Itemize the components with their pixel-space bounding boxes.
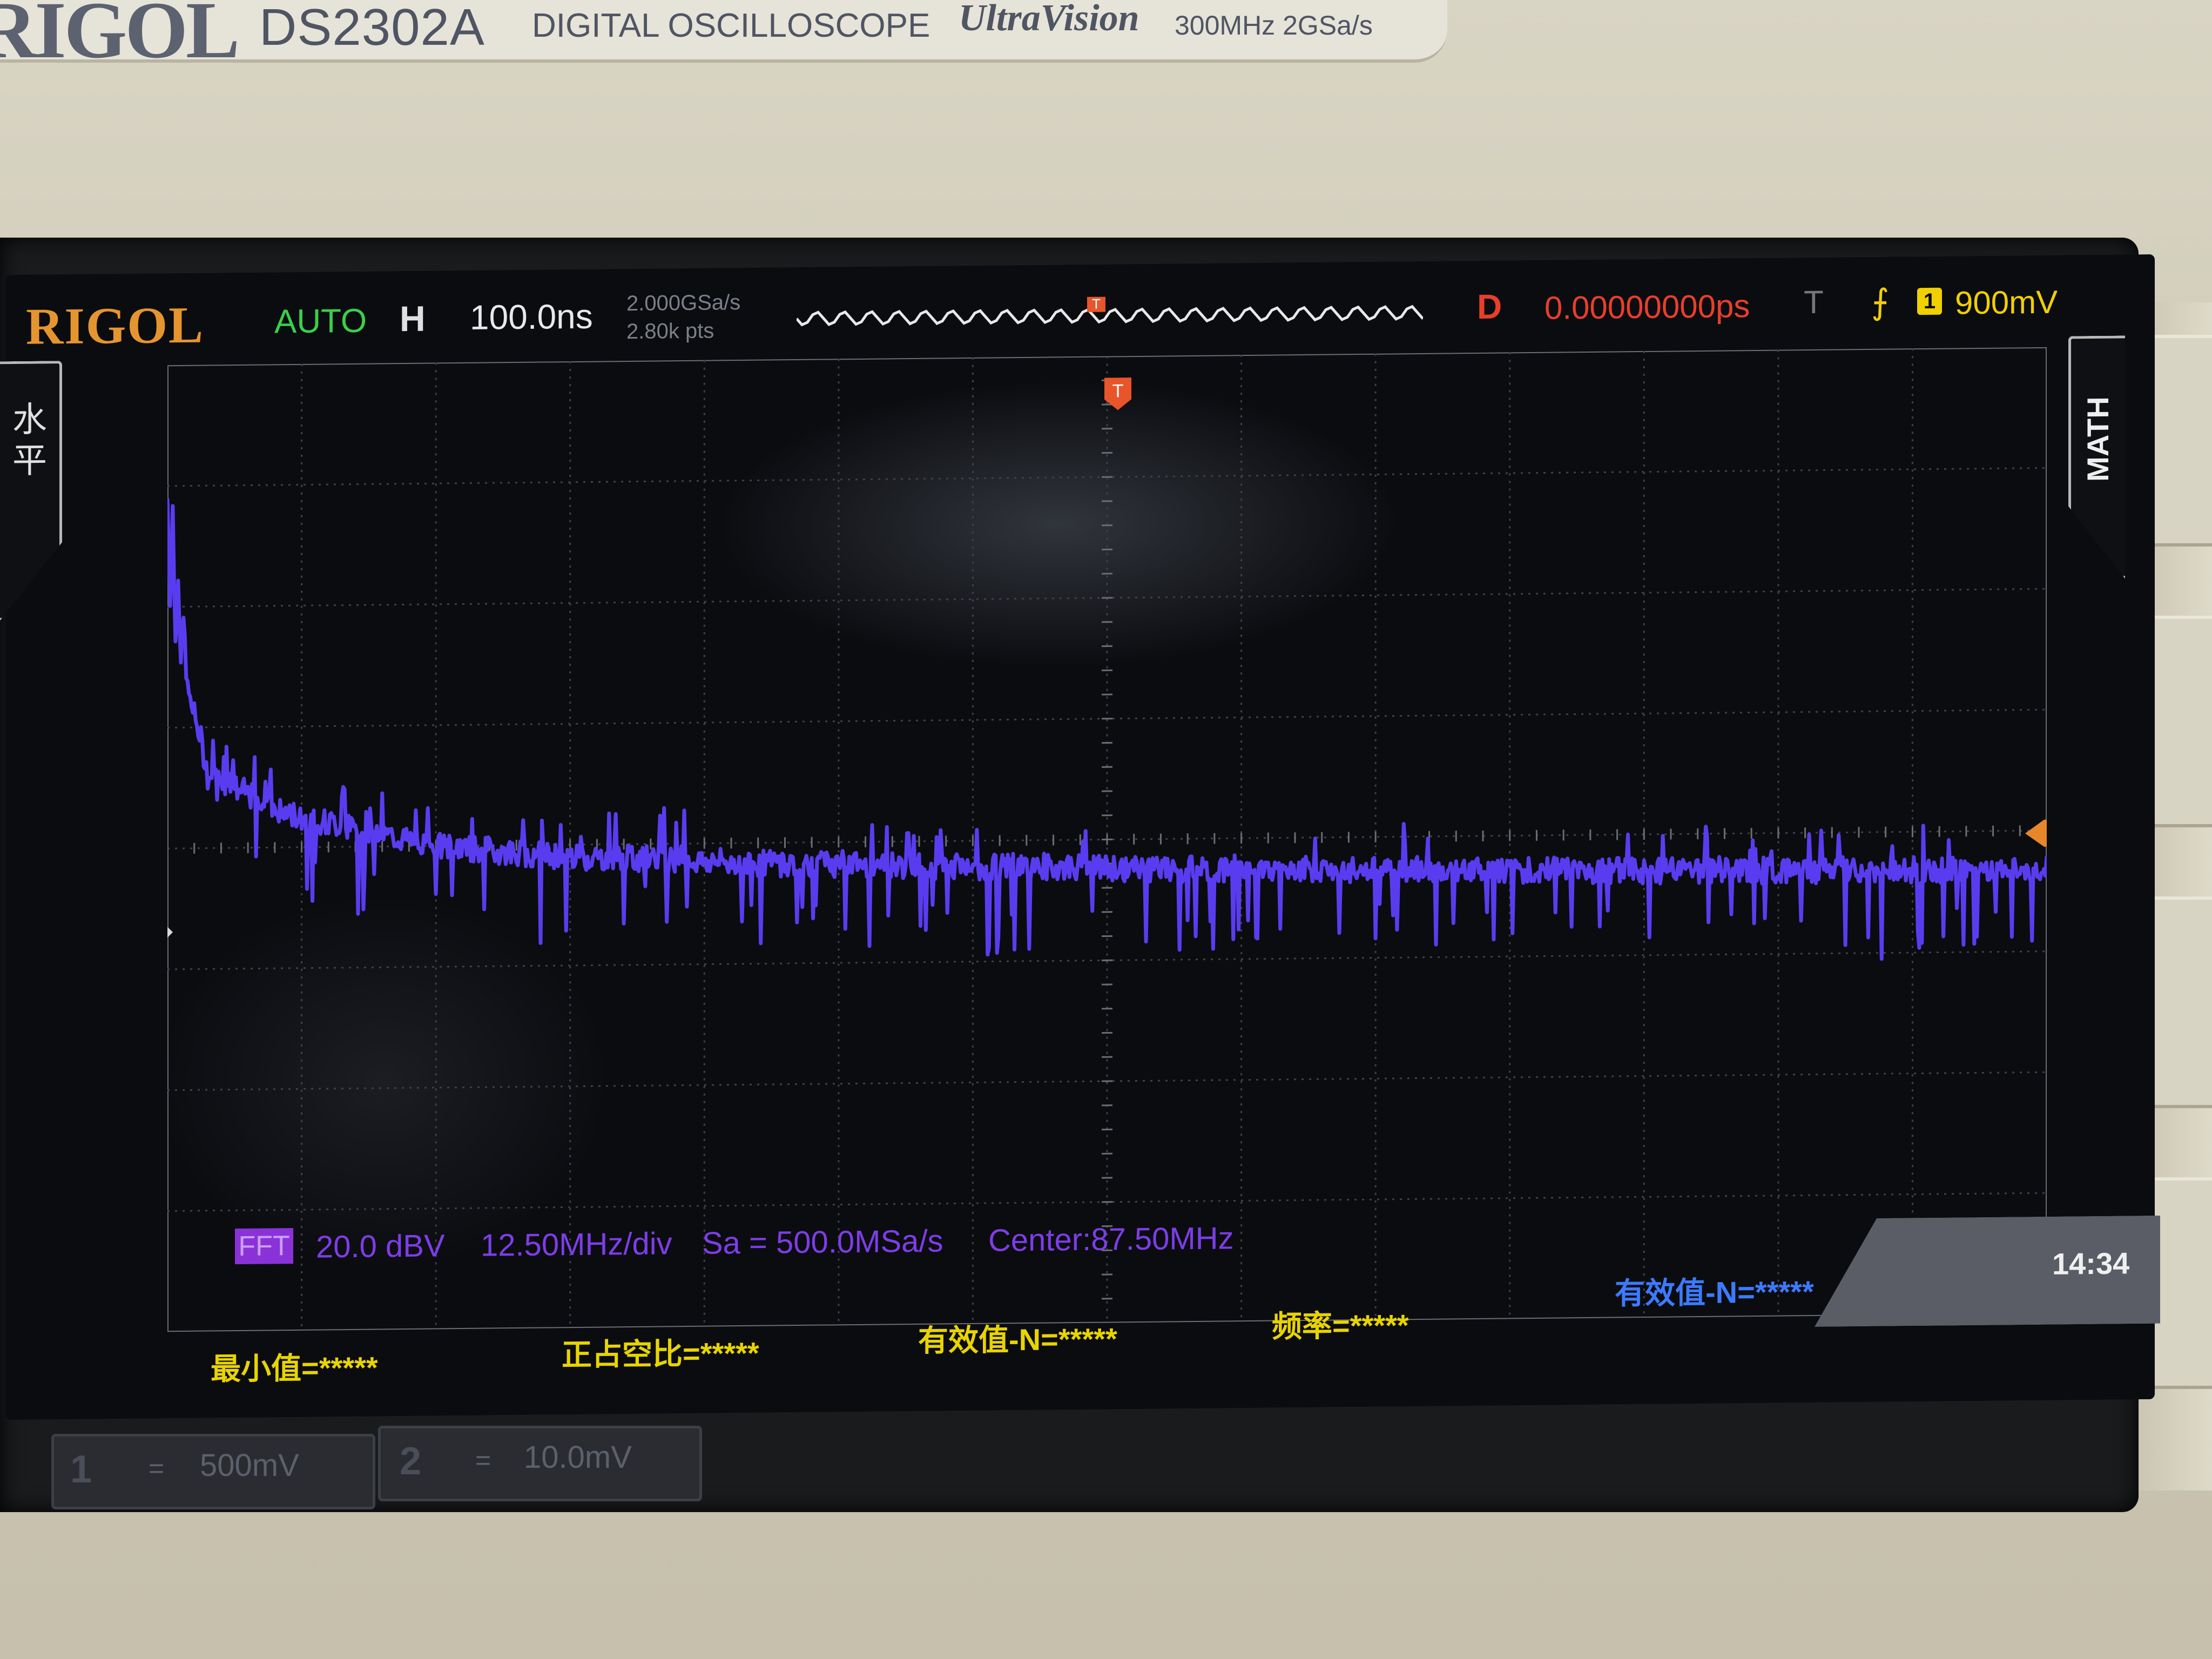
acquisition-info: 2.000GSa/s 2.80k pts: [626, 288, 740, 346]
measurement-pos-duty: 正占空比=*****: [562, 1336, 759, 1372]
delay-value: 0.00000000ps: [1545, 288, 1750, 326]
device-spec: 300MHz 2GSa/s: [1175, 10, 1373, 41]
fft-sample-rate: Sa = 500.0MSa/s: [702, 1223, 943, 1261]
device-model: DS2302A: [259, 0, 485, 56]
trigger-position-marker: T: [1087, 295, 1105, 312]
oscilloscope-screen: RIGOL AUTO H 100.0ns 2.000GSa/s 2.80k pt…: [5, 254, 2155, 1420]
channel-1-coupling-icon: =: [149, 1453, 165, 1483]
memory-position-bar: T: [797, 295, 1423, 327]
rising-edge-icon: ⨍: [1871, 282, 1890, 321]
trigger-label: T: [1804, 284, 1824, 321]
trigger-source-badge: 1: [1917, 287, 1942, 315]
channel-2-scale: 10.0mV: [524, 1440, 632, 1475]
fft-hdiv: 12.50MHz/div: [481, 1226, 672, 1263]
softkey-2[interactable]: [2149, 616, 2212, 827]
math-menu-label: MATH: [2081, 396, 2115, 482]
svg-text:T: T: [1112, 381, 1124, 401]
device-description: DIGITAL OSCILLOSCOPE: [532, 7, 930, 44]
front-panel-header: RIGOL DS2302A DIGITAL OSCILLOSCOPE Ultra…: [0, 0, 1447, 75]
delay-label: D: [1477, 287, 1502, 326]
oscilloscope-case: RIGOL DS2302A DIGITAL OSCILLOSCOPE Ultra…: [0, 0, 2212, 1659]
svg-text:T: T: [1092, 296, 1101, 312]
device-brand-logo: RIGOL: [0, 0, 240, 75]
trigger-mode: AUTO: [274, 302, 367, 341]
channel-1-number: 1: [70, 1448, 92, 1491]
screen-logo: RIGOL: [26, 295, 205, 355]
channel-2-coupling-icon: =: [475, 1445, 491, 1475]
timebase-value: 100.0ns: [470, 296, 593, 337]
softkey-3[interactable]: [2149, 896, 2212, 1108]
horizontal-menu-label: 水平: [12, 400, 47, 480]
measurement-rms-n: 有效值-N=*****: [918, 1321, 1117, 1358]
ultravision-logo: UltraVision: [959, 0, 1139, 39]
measurement-ch2-rms: 有效值-N=*****: [1615, 1274, 1814, 1311]
memory-depth: 2.80k pts: [626, 319, 714, 344]
measurement-min: 最小值=*****: [211, 1350, 378, 1386]
sample-rate: 2.000GSa/s: [626, 291, 741, 316]
measurement-frequency: 频率=*****: [1272, 1308, 1409, 1344]
trigger-level-marker: T: [2025, 819, 2047, 847]
softkey-1[interactable]: [2149, 335, 2212, 547]
waveform-grid: T M R1 T: [167, 347, 2047, 1332]
fft-badge: FFT: [235, 1228, 293, 1265]
clock: 14:34: [2052, 1246, 2130, 1281]
trigger-level: 900mV: [1955, 284, 2058, 321]
channel-2-number: 2: [400, 1440, 422, 1483]
horizontal-label: H: [400, 298, 426, 339]
fft-scale: 20.0 dBV: [316, 1228, 445, 1265]
channel-1-scale: 500mV: [200, 1448, 299, 1483]
fft-center: Center:87.50MHz: [988, 1220, 1234, 1258]
